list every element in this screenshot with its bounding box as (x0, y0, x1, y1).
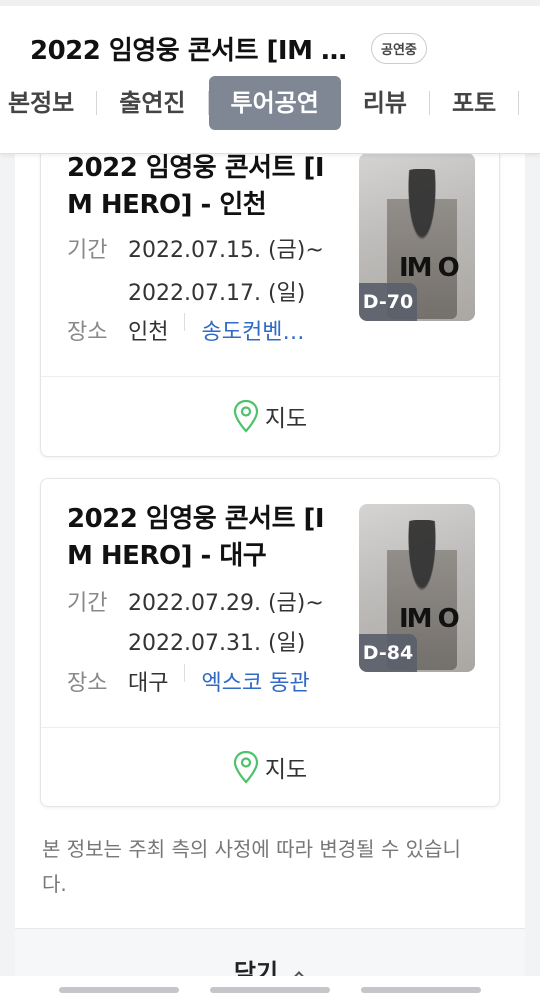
venue-link[interactable]: 엑스코 동관 (201, 664, 309, 703)
title-row: 2022 임영웅 콘서트 [IM HERO] 공연중 (30, 30, 427, 66)
tab-photo[interactable]: 포토 (430, 76, 518, 130)
venue-label: 장소 (67, 320, 108, 345)
period-label: 기간 (67, 591, 108, 616)
venue-link[interactable]: 송도컨벤… (201, 313, 304, 352)
period-start: 2022.07.15. (금)~ (128, 238, 324, 263)
period-end: 2022.07.17. (일) (128, 281, 306, 306)
venue-label: 장소 (67, 671, 108, 696)
poster-logo: IM O (399, 604, 460, 634)
dday-badge: D-70 (359, 283, 417, 321)
period-row: 기간 2022.07.15. (금)~ (67, 231, 324, 270)
top-divider (0, 0, 540, 6)
tab-separator (518, 91, 520, 115)
tab-tour[interactable]: 투어공연 (208, 76, 341, 130)
header-bar: 2022 임영웅 콘서트 [IM HERO] 공연중 본정보 출연진 투어공연 … (0, 0, 540, 154)
venue-row: 장소 인천 송도컨벤… (67, 313, 304, 352)
tour-title[interactable]: 2022 임영웅 콘서트 [IM HERO] - 대구 (67, 501, 337, 575)
poster-logo: IM O (399, 253, 460, 283)
status-badge: 공연중 (371, 32, 427, 64)
map-pin-icon (233, 750, 258, 784)
map-label: 지도 (264, 757, 308, 783)
venue-city: 대구 (128, 671, 169, 696)
period-row-end: 2022.07.17. (일) (67, 274, 305, 313)
tab-bar: 본정보 출연진 투어공연 리뷰 포토 (0, 76, 520, 130)
nav-handle[interactable] (361, 987, 481, 993)
tab-basic-info[interactable]: 본정보 (0, 76, 96, 130)
period-row-end: 2022.07.31. (일) (67, 624, 305, 663)
venue-city: 인천 (128, 320, 169, 345)
venue-separator (184, 664, 186, 682)
poster-image[interactable]: IM O D-84 (359, 504, 475, 672)
period-start: 2022.07.29. (금)~ (128, 591, 324, 616)
map-button[interactable]: 지도 (41, 377, 499, 455)
notice-text: 본 정보는 주최 측의 사정에 따라 변경될 수 있습니다. (42, 837, 461, 896)
tab-cast[interactable]: 출연진 (97, 76, 207, 130)
map-label: 지도 (264, 406, 308, 432)
nav-handle[interactable] (210, 987, 330, 993)
page-title[interactable]: 2022 임영웅 콘서트 [IM HERO] (30, 30, 355, 67)
period-end: 2022.07.31. (일) (128, 631, 306, 656)
period-row: 기간 2022.07.29. (금)~ (67, 584, 324, 623)
tour-card[interactable]: 2022 임영웅 콘서트 [IM HERO] - 인천 기간 2022.07.1… (40, 118, 500, 457)
poster-image[interactable]: IM O D-70 (359, 153, 475, 321)
tour-title[interactable]: 2022 임영웅 콘서트 [IM HERO] - 인천 (67, 150, 337, 224)
tab-review[interactable]: 리뷰 (341, 76, 429, 130)
venue-row: 장소 대구 엑스코 동관 (67, 664, 310, 703)
bottom-nav-bar (0, 976, 540, 1001)
dday-badge: D-84 (359, 634, 417, 672)
venue-separator (184, 313, 186, 331)
map-button[interactable]: 지도 (41, 728, 499, 806)
period-label: 기간 (67, 238, 108, 263)
nav-handle[interactable] (59, 987, 179, 993)
map-pin-icon (233, 399, 258, 433)
tour-card[interactable]: 2022 임영웅 콘서트 [IM HERO] - 대구 기간 2022.07.2… (40, 478, 500, 807)
